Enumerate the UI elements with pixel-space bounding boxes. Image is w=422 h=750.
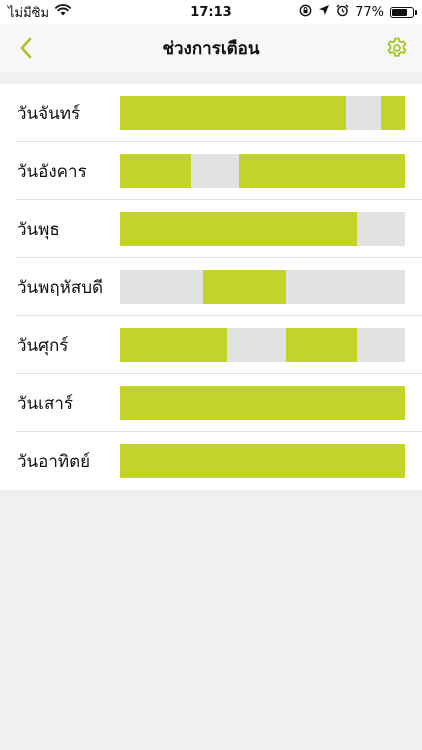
status-bar: ไม่มีซิม 17:13 77% [0, 0, 422, 24]
day-row[interactable]: วันอังคาร [0, 142, 422, 200]
battery-fill [392, 8, 407, 16]
active-range-segment [238, 154, 405, 188]
day-label: วันเสาร์ [17, 393, 74, 414]
day-label: วันอังคาร [17, 161, 87, 182]
active-range-segment [120, 386, 405, 420]
chevron-left-icon [20, 37, 32, 59]
alert-timeline-bar[interactable] [120, 212, 405, 246]
day-label: วันศุกร์ [17, 335, 69, 356]
active-range-segment [120, 212, 358, 246]
day-row[interactable]: วันพุธ [0, 200, 422, 258]
orientation-lock-icon [299, 4, 312, 21]
day-label: วันพฤหัสบดี [17, 277, 104, 298]
alarm-icon [336, 4, 349, 21]
day-row[interactable]: วันศุกร์ [0, 316, 422, 374]
battery-percent: 77% [355, 4, 384, 20]
active-range-segment [381, 96, 405, 130]
wifi-icon [55, 4, 72, 20]
alert-timeline-bar[interactable] [120, 154, 405, 188]
day-label: วันจันทร์ [17, 103, 81, 124]
alert-timeline-bar[interactable] [120, 328, 405, 362]
status-right: 77% [299, 4, 417, 21]
day-row[interactable]: วันอาทิตย์ [0, 432, 422, 490]
active-range-segment [286, 328, 358, 362]
settings-button[interactable] [384, 35, 410, 61]
gear-icon [387, 37, 407, 57]
back-button[interactable] [14, 36, 38, 60]
day-row[interactable]: วันจันทร์ [0, 84, 422, 142]
nav-bar: ช่วงการเตือน [0, 24, 422, 72]
active-range-segment [120, 96, 346, 130]
location-icon [318, 4, 330, 20]
day-row[interactable]: วันเสาร์ [0, 374, 422, 432]
active-range-segment [203, 270, 287, 304]
battery-icon [390, 6, 417, 18]
alert-timeline-bar[interactable] [120, 444, 405, 478]
day-row[interactable]: วันพฤหัสบดี [0, 258, 422, 316]
active-range-segment [120, 444, 405, 478]
page-title: ช่วงการเตือน [162, 38, 260, 59]
day-label: วันอาทิตย์ [17, 451, 91, 472]
schedule-list: วันจันทร์วันอังคารวันพุธวันพฤหัสบดีวันศุ… [0, 84, 422, 490]
alert-timeline-bar[interactable] [120, 386, 405, 420]
carrier-label: ไม่มีซิม [8, 5, 50, 21]
active-range-segment [120, 154, 192, 188]
active-range-segment [120, 328, 227, 362]
status-left: ไม่มีซิม [8, 2, 72, 23]
alert-timeline-bar[interactable] [120, 96, 405, 130]
day-label: วันพุธ [17, 219, 60, 240]
alert-timeline-bar[interactable] [120, 270, 405, 304]
